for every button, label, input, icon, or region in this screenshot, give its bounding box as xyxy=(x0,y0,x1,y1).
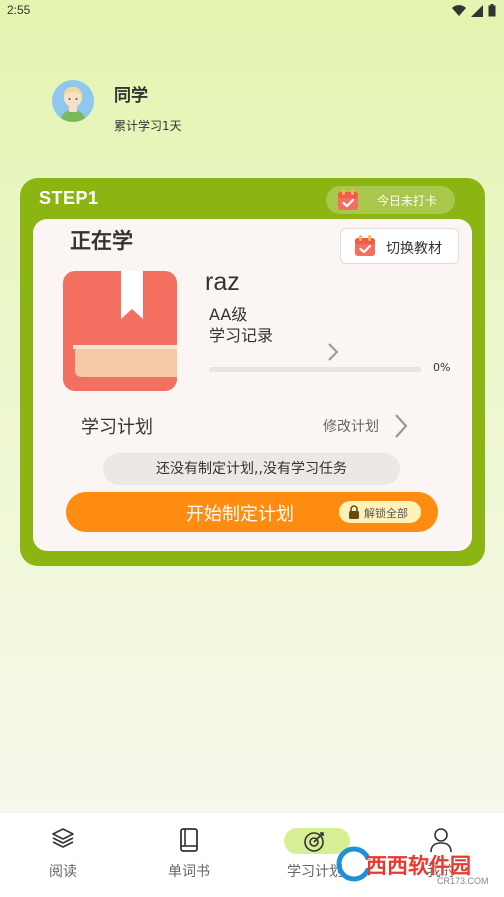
progress-bar xyxy=(209,367,421,372)
study-days: 累计学习1天 xyxy=(114,119,182,133)
progress-percent: 0% xyxy=(433,361,451,374)
calendar-check-icon xyxy=(338,189,358,210)
switch-textbook-label: 切换教材 xyxy=(386,241,442,257)
watermark-sub: CR173.COM xyxy=(437,876,489,886)
nav-label: 阅读 xyxy=(49,864,77,880)
book-cover-icon[interactable] xyxy=(63,271,177,391)
start-plan-label: 开始制定计划 xyxy=(186,504,294,525)
modify-plan-link[interactable]: 修改计划 xyxy=(323,416,379,436)
study-record-link[interactable]: 学习记录 xyxy=(209,322,273,346)
wifi-icon xyxy=(452,4,466,16)
avatar[interactable] xyxy=(52,80,94,122)
calendar-check-icon xyxy=(355,235,375,256)
step-label: STEP1 xyxy=(39,188,99,208)
empty-plan-message: 还没有制定计划,,没有学习任务 xyxy=(103,453,400,485)
book-icon xyxy=(180,828,198,852)
nav-wordbook[interactable]: 单词书 xyxy=(126,813,252,897)
chevron-right-icon[interactable] xyxy=(393,412,409,440)
status-time: 2:55 xyxy=(7,3,31,17)
plan-label: 学习计划 xyxy=(81,417,153,438)
unlock-all-label: 解锁全部 xyxy=(364,507,408,520)
book-title: raz xyxy=(205,268,240,296)
nav-read[interactable]: 阅读 xyxy=(0,813,126,897)
layers-icon xyxy=(52,828,74,848)
lock-icon xyxy=(349,505,359,519)
study-plan-card: STEP1 今日未打卡 正在学 切换教材 raz AA级 学习记录 0% 学习计… xyxy=(20,178,485,566)
current-book-panel: 正在学 切换教材 raz AA级 学习记录 0% 学习计划 修改计划 还没有制定… xyxy=(33,219,472,551)
battery-icon xyxy=(488,4,496,17)
chevron-right-icon[interactable] xyxy=(327,342,339,362)
watermark: 西西软件园 CR173.COM xyxy=(332,842,504,896)
checkin-label: 今日未打卡 xyxy=(377,194,438,208)
studying-title: 正在学 xyxy=(70,229,133,253)
status-bar: 2:55 xyxy=(0,0,504,22)
checkin-badge[interactable]: 今日未打卡 xyxy=(326,186,455,214)
start-plan-button[interactable]: 开始制定计划 解锁全部 xyxy=(66,492,438,532)
target-icon xyxy=(304,832,324,852)
cell-signal-icon xyxy=(471,4,483,17)
nav-label: 单词书 xyxy=(168,864,210,880)
user-name: 同学 xyxy=(114,86,148,106)
switch-textbook-button[interactable]: 切换教材 xyxy=(340,228,459,264)
avatar-icon xyxy=(52,80,94,122)
unlock-all-badge[interactable]: 解锁全部 xyxy=(339,501,421,523)
